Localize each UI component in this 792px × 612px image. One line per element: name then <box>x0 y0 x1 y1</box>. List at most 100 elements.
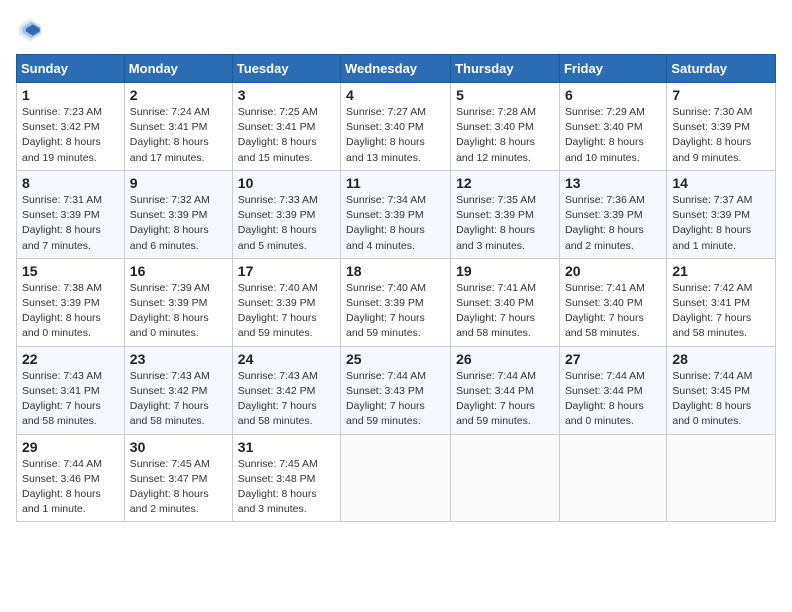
day-number: 7 <box>672 87 770 103</box>
day-number: 16 <box>130 263 227 279</box>
calendar-header-row: SundayMondayTuesdayWednesdayThursdayFrid… <box>17 55 776 83</box>
header-monday: Monday <box>124 55 232 83</box>
calendar-cell: 19 Sunrise: 7:41 AMSunset: 3:40 PMDaylig… <box>451 258 560 346</box>
day-info: Sunrise: 7:31 AMSunset: 3:39 PMDaylight:… <box>22 193 119 254</box>
day-number: 4 <box>346 87 445 103</box>
calendar-cell: 27 Sunrise: 7:44 AMSunset: 3:44 PMDaylig… <box>559 346 666 434</box>
day-info: Sunrise: 7:38 AMSunset: 3:39 PMDaylight:… <box>22 281 119 342</box>
calendar-cell: 28 Sunrise: 7:44 AMSunset: 3:45 PMDaylig… <box>667 346 776 434</box>
day-number: 30 <box>130 439 227 455</box>
logo-icon <box>16 16 44 44</box>
day-number: 9 <box>130 175 227 191</box>
day-info: Sunrise: 7:39 AMSunset: 3:39 PMDaylight:… <box>130 281 227 342</box>
calendar-cell: 1 Sunrise: 7:23 AMSunset: 3:42 PMDayligh… <box>17 83 125 171</box>
calendar-cell: 22 Sunrise: 7:43 AMSunset: 3:41 PMDaylig… <box>17 346 125 434</box>
day-info: Sunrise: 7:34 AMSunset: 3:39 PMDaylight:… <box>346 193 445 254</box>
calendar-cell: 12 Sunrise: 7:35 AMSunset: 3:39 PMDaylig… <box>451 170 560 258</box>
day-info: Sunrise: 7:28 AMSunset: 3:40 PMDaylight:… <box>456 105 554 166</box>
day-info: Sunrise: 7:44 AMSunset: 3:43 PMDaylight:… <box>346 369 445 430</box>
day-info: Sunrise: 7:44 AMSunset: 3:46 PMDaylight:… <box>22 457 119 518</box>
day-number: 15 <box>22 263 119 279</box>
logo <box>16 16 48 44</box>
header-thursday: Thursday <box>451 55 560 83</box>
calendar-cell: 24 Sunrise: 7:43 AMSunset: 3:42 PMDaylig… <box>232 346 340 434</box>
day-info: Sunrise: 7:24 AMSunset: 3:41 PMDaylight:… <box>130 105 227 166</box>
day-info: Sunrise: 7:44 AMSunset: 3:44 PMDaylight:… <box>456 369 554 430</box>
day-number: 24 <box>238 351 335 367</box>
day-number: 21 <box>672 263 770 279</box>
calendar-cell: 29 Sunrise: 7:44 AMSunset: 3:46 PMDaylig… <box>17 434 125 522</box>
day-info: Sunrise: 7:40 AMSunset: 3:39 PMDaylight:… <box>346 281 445 342</box>
calendar-cell: 15 Sunrise: 7:38 AMSunset: 3:39 PMDaylig… <box>17 258 125 346</box>
day-info: Sunrise: 7:43 AMSunset: 3:42 PMDaylight:… <box>130 369 227 430</box>
calendar-cell: 31 Sunrise: 7:45 AMSunset: 3:48 PMDaylig… <box>232 434 340 522</box>
day-number: 17 <box>238 263 335 279</box>
day-info: Sunrise: 7:37 AMSunset: 3:39 PMDaylight:… <box>672 193 770 254</box>
day-number: 13 <box>565 175 661 191</box>
day-number: 5 <box>456 87 554 103</box>
calendar-cell: 5 Sunrise: 7:28 AMSunset: 3:40 PMDayligh… <box>451 83 560 171</box>
day-number: 27 <box>565 351 661 367</box>
day-info: Sunrise: 7:44 AMSunset: 3:45 PMDaylight:… <box>672 369 770 430</box>
day-info: Sunrise: 7:41 AMSunset: 3:40 PMDaylight:… <box>456 281 554 342</box>
calendar-cell: 2 Sunrise: 7:24 AMSunset: 3:41 PMDayligh… <box>124 83 232 171</box>
calendar-cell: 18 Sunrise: 7:40 AMSunset: 3:39 PMDaylig… <box>341 258 451 346</box>
day-info: Sunrise: 7:36 AMSunset: 3:39 PMDaylight:… <box>565 193 661 254</box>
calendar-cell: 17 Sunrise: 7:40 AMSunset: 3:39 PMDaylig… <box>232 258 340 346</box>
calendar-cell: 10 Sunrise: 7:33 AMSunset: 3:39 PMDaylig… <box>232 170 340 258</box>
day-number: 20 <box>565 263 661 279</box>
day-number: 23 <box>130 351 227 367</box>
calendar-body: 1 Sunrise: 7:23 AMSunset: 3:42 PMDayligh… <box>17 83 776 522</box>
header-friday: Friday <box>559 55 666 83</box>
day-number: 31 <box>238 439 335 455</box>
day-info: Sunrise: 7:30 AMSunset: 3:39 PMDaylight:… <box>672 105 770 166</box>
day-info: Sunrise: 7:44 AMSunset: 3:44 PMDaylight:… <box>565 369 661 430</box>
calendar-cell: 4 Sunrise: 7:27 AMSunset: 3:40 PMDayligh… <box>341 83 451 171</box>
calendar-cell: 25 Sunrise: 7:44 AMSunset: 3:43 PMDaylig… <box>341 346 451 434</box>
calendar-cell: 6 Sunrise: 7:29 AMSunset: 3:40 PMDayligh… <box>559 83 666 171</box>
calendar-cell: 9 Sunrise: 7:32 AMSunset: 3:39 PMDayligh… <box>124 170 232 258</box>
day-number: 22 <box>22 351 119 367</box>
calendar-cell: 13 Sunrise: 7:36 AMSunset: 3:39 PMDaylig… <box>559 170 666 258</box>
calendar-cell: 20 Sunrise: 7:41 AMSunset: 3:40 PMDaylig… <box>559 258 666 346</box>
calendar-cell: 23 Sunrise: 7:43 AMSunset: 3:42 PMDaylig… <box>124 346 232 434</box>
day-info: Sunrise: 7:32 AMSunset: 3:39 PMDaylight:… <box>130 193 227 254</box>
day-number: 28 <box>672 351 770 367</box>
calendar-cell <box>667 434 776 522</box>
calendar-table: SundayMondayTuesdayWednesdayThursdayFrid… <box>16 54 776 522</box>
day-number: 10 <box>238 175 335 191</box>
calendar-cell <box>341 434 451 522</box>
calendar-cell: 26 Sunrise: 7:44 AMSunset: 3:44 PMDaylig… <box>451 346 560 434</box>
calendar-cell: 21 Sunrise: 7:42 AMSunset: 3:41 PMDaylig… <box>667 258 776 346</box>
day-info: Sunrise: 7:23 AMSunset: 3:42 PMDaylight:… <box>22 105 119 166</box>
day-number: 8 <box>22 175 119 191</box>
day-number: 6 <box>565 87 661 103</box>
calendar-cell: 14 Sunrise: 7:37 AMSunset: 3:39 PMDaylig… <box>667 170 776 258</box>
day-number: 3 <box>238 87 335 103</box>
calendar-cell <box>559 434 666 522</box>
day-number: 2 <box>130 87 227 103</box>
calendar-week-3: 15 Sunrise: 7:38 AMSunset: 3:39 PMDaylig… <box>17 258 776 346</box>
day-info: Sunrise: 7:40 AMSunset: 3:39 PMDaylight:… <box>238 281 335 342</box>
day-number: 11 <box>346 175 445 191</box>
calendar-cell: 11 Sunrise: 7:34 AMSunset: 3:39 PMDaylig… <box>341 170 451 258</box>
day-number: 25 <box>346 351 445 367</box>
calendar-week-5: 29 Sunrise: 7:44 AMSunset: 3:46 PMDaylig… <box>17 434 776 522</box>
day-number: 12 <box>456 175 554 191</box>
day-info: Sunrise: 7:29 AMSunset: 3:40 PMDaylight:… <box>565 105 661 166</box>
header-saturday: Saturday <box>667 55 776 83</box>
day-info: Sunrise: 7:33 AMSunset: 3:39 PMDaylight:… <box>238 193 335 254</box>
day-info: Sunrise: 7:43 AMSunset: 3:41 PMDaylight:… <box>22 369 119 430</box>
day-info: Sunrise: 7:25 AMSunset: 3:41 PMDaylight:… <box>238 105 335 166</box>
header-sunday: Sunday <box>17 55 125 83</box>
header-wednesday: Wednesday <box>341 55 451 83</box>
calendar-week-2: 8 Sunrise: 7:31 AMSunset: 3:39 PMDayligh… <box>17 170 776 258</box>
calendar-cell: 8 Sunrise: 7:31 AMSunset: 3:39 PMDayligh… <box>17 170 125 258</box>
day-number: 19 <box>456 263 554 279</box>
header-tuesday: Tuesday <box>232 55 340 83</box>
day-info: Sunrise: 7:41 AMSunset: 3:40 PMDaylight:… <box>565 281 661 342</box>
calendar-cell: 30 Sunrise: 7:45 AMSunset: 3:47 PMDaylig… <box>124 434 232 522</box>
calendar-week-4: 22 Sunrise: 7:43 AMSunset: 3:41 PMDaylig… <box>17 346 776 434</box>
calendar-cell: 16 Sunrise: 7:39 AMSunset: 3:39 PMDaylig… <box>124 258 232 346</box>
calendar-week-1: 1 Sunrise: 7:23 AMSunset: 3:42 PMDayligh… <box>17 83 776 171</box>
